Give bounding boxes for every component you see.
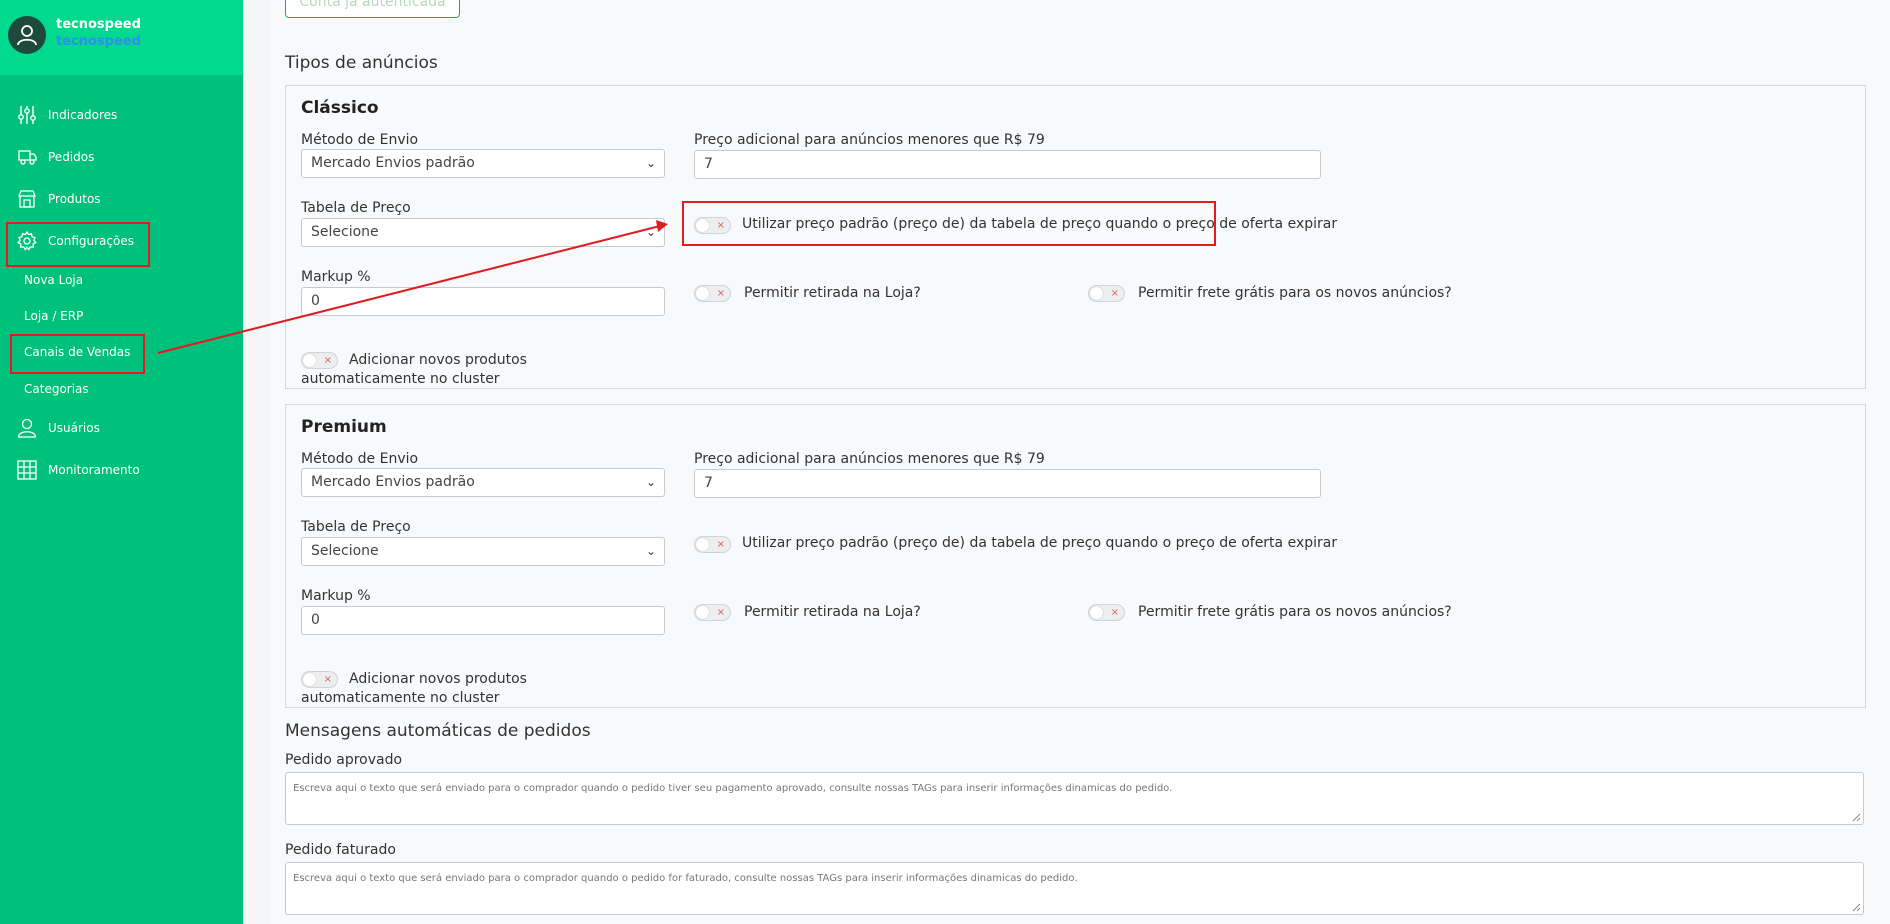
chevron-down-icon: ⌄: [645, 475, 656, 489]
toggle-knob: [303, 673, 316, 686]
sidebar-subitem-categorias[interactable]: Categorias: [24, 382, 89, 396]
store-icon: [18, 190, 36, 208]
toggle-knob: [696, 538, 709, 551]
extra-price-label: Preço adicional para anúncios menores qu…: [694, 132, 1045, 148]
sidebar-item-label: Monitoramento: [48, 463, 140, 477]
sidebar-item-label: Pedidos: [48, 150, 95, 164]
chevron-down-icon: ⌄: [645, 544, 656, 558]
highlight-box-canais-de-vendas: [10, 334, 145, 374]
close-icon: ×: [716, 288, 725, 299]
auto-add-label-cont: automaticamente no cluster: [301, 690, 500, 706]
shipping-method-select[interactable]: Mercado Envios padrão ⌄: [301, 468, 665, 497]
price-table-label: Tabela de Preço: [301, 519, 411, 535]
sidebar-item-usuarios[interactable]: Usuários: [0, 411, 243, 445]
section-title: Premium: [301, 417, 387, 437]
grid-icon: [17, 460, 37, 480]
approved-label: Pedido aprovado: [285, 752, 403, 768]
toggle-knob: [1090, 606, 1103, 619]
close-icon: ×: [716, 607, 725, 618]
use-default-price-toggle[interactable]: ×: [694, 536, 731, 553]
markup-input[interactable]: 0: [301, 287, 665, 316]
auto-add-toggle[interactable]: ×: [301, 352, 338, 369]
auto-add-label: Adicionar novos produtos: [349, 671, 527, 687]
brand-name: tecnospeed: [56, 17, 141, 32]
toggle-knob: [1090, 287, 1103, 300]
truck-icon: [18, 150, 37, 165]
markup-input[interactable]: 0: [301, 606, 665, 635]
close-icon: ×: [323, 355, 332, 366]
store-pickup-toggle[interactable]: ×: [694, 285, 731, 302]
toggle-knob: [303, 354, 316, 367]
auto-add-label-cont: automaticamente no cluster: [301, 371, 500, 387]
sidebar-subitem-nova-loja[interactable]: Nova Loja: [24, 273, 83, 287]
close-icon: ×: [716, 539, 725, 550]
textarea-placeholder: Escreva aqui o texto que será enviado pa…: [293, 873, 1078, 884]
section-title: Clássico: [301, 98, 379, 118]
brand-subtitle: tecnospeed: [56, 34, 141, 49]
sidebar-item-pedidos[interactable]: Pedidos: [0, 140, 243, 174]
close-icon: ×: [1110, 288, 1119, 299]
toggle-knob: [696, 606, 709, 619]
extra-price-label: Preço adicional para anúncios menores qu…: [694, 451, 1045, 467]
free-shipping-toggle[interactable]: ×: [1088, 285, 1125, 302]
invoiced-message-textarea[interactable]: Escreva aqui o texto que será enviado pa…: [285, 862, 1864, 915]
store-pickup-label: Permitir retirada na Loja?: [744, 604, 921, 620]
user-icon: [17, 25, 37, 46]
messages-title: Mensagens automáticas de pedidos: [285, 721, 591, 741]
invoiced-label: Pedido faturado: [285, 842, 396, 858]
chevron-down-icon: ⌄: [645, 225, 656, 239]
sidebar-item-indicadores[interactable]: Indicadores: [0, 98, 243, 132]
use-default-price-label: Utilizar preço padrão (preço de) da tabe…: [742, 535, 1338, 551]
price-table-label: Tabela de Preço: [301, 200, 411, 216]
store-pickup-label: Permitir retirada na Loja?: [744, 285, 921, 301]
auto-add-toggle[interactable]: ×: [301, 671, 338, 688]
authenticated-account-button[interactable]: Conta já autenticada: [285, 0, 460, 18]
main-content: Conta já autenticada Tipos de anúncios C…: [270, 0, 1890, 924]
price-table-select[interactable]: Selecione ⌄: [301, 218, 665, 247]
sidebar-item-monitoramento[interactable]: Monitoramento: [0, 453, 243, 487]
extra-price-input[interactable]: 7: [694, 469, 1321, 498]
free-shipping-label: Permitir frete grátis para os novos anún…: [1138, 285, 1452, 301]
approved-message-textarea[interactable]: Escreva aqui o texto que será enviado pa…: [285, 772, 1864, 825]
toggle-knob: [696, 287, 709, 300]
sliders-icon: [18, 106, 36, 124]
chevron-down-icon: ⌄: [645, 156, 656, 170]
fieldset-premium: Premium Método de Envio Mercado Envios p…: [285, 404, 1866, 708]
store-pickup-toggle[interactable]: ×: [694, 604, 731, 621]
markup-label: Markup %: [301, 269, 371, 285]
sidebar-subitem-loja-erp[interactable]: Loja / ERP: [24, 309, 83, 323]
sidebar: tecnospeed tecnospeed Indicadores Pedido…: [0, 0, 243, 924]
resize-handle-icon[interactable]: [1851, 812, 1861, 822]
auto-add-label: Adicionar novos produtos: [349, 352, 527, 368]
sidebar-item-label: Indicadores: [48, 108, 118, 122]
free-shipping-label: Permitir frete grátis para os novos anún…: [1138, 604, 1452, 620]
sidebar-item-label: Produtos: [48, 192, 101, 206]
resize-handle-icon[interactable]: [1851, 902, 1861, 912]
shipping-method-label: Método de Envio: [301, 451, 419, 467]
free-shipping-toggle[interactable]: ×: [1088, 604, 1125, 621]
textarea-placeholder: Escreva aqui o texto que será enviado pa…: [293, 783, 1173, 794]
sidebar-item-produtos[interactable]: Produtos: [0, 182, 243, 216]
markup-label: Markup %: [301, 588, 371, 604]
sidebar-item-label: Usuários: [48, 421, 100, 435]
brand-header: tecnospeed tecnospeed: [0, 0, 243, 75]
price-table-select[interactable]: Selecione ⌄: [301, 537, 665, 566]
ad-types-title: Tipos de anúncios: [285, 53, 438, 73]
close-icon: ×: [323, 674, 332, 685]
highlight-box-configuracoes: [6, 222, 150, 267]
highlight-box-use-default-price: [682, 201, 1216, 246]
shipping-method-label: Método de Envio: [301, 132, 419, 148]
shipping-method-select[interactable]: Mercado Envios padrão ⌄: [301, 149, 665, 178]
extra-price-input[interactable]: 7: [694, 150, 1321, 179]
avatar[interactable]: [8, 16, 46, 54]
user-icon: [17, 418, 37, 438]
close-icon: ×: [1110, 607, 1119, 618]
